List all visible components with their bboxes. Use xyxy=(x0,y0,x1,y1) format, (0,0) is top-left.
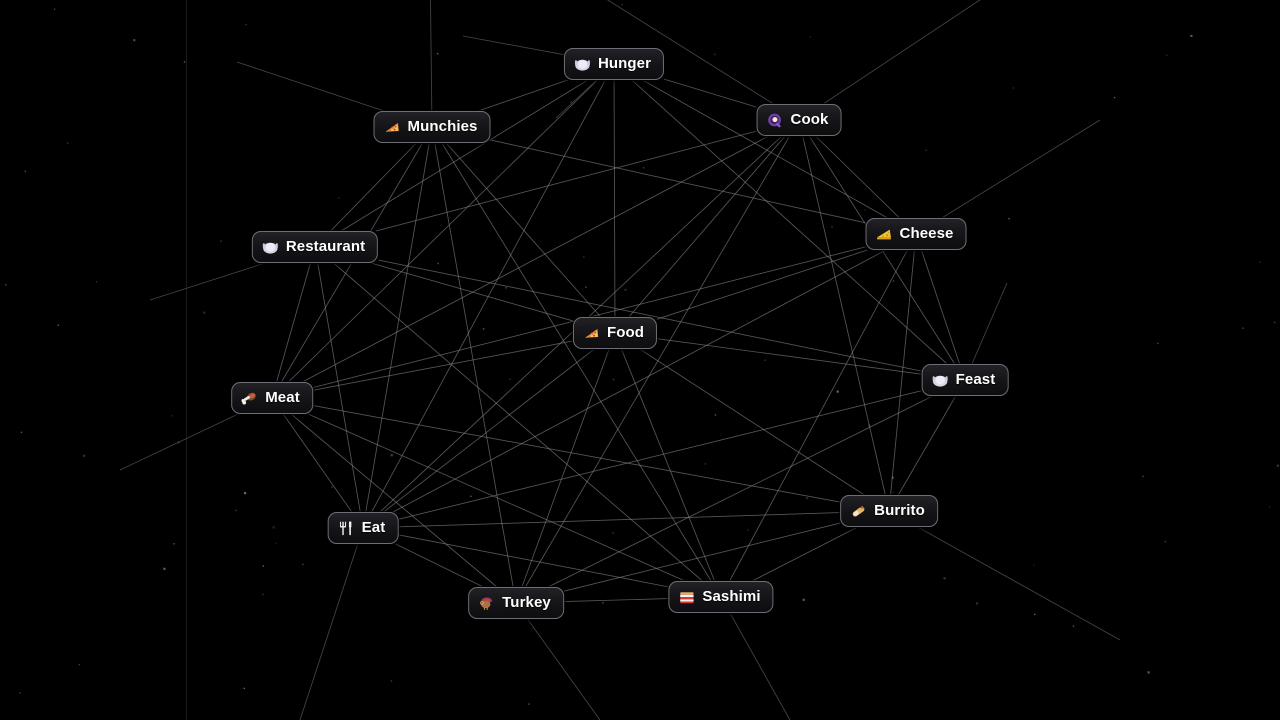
cooking-pot-icon xyxy=(767,112,784,129)
burrito-icon xyxy=(850,503,867,520)
graph-node-label: Sashimi xyxy=(702,588,761,605)
graph-node-eat[interactable]: Eat xyxy=(327,512,399,544)
graph-node-hunger[interactable]: Hunger xyxy=(563,48,665,80)
sushi-icon xyxy=(678,589,695,606)
graph-nodes-layer[interactable]: Hunger Cook Munchies Cheese Restaurant F… xyxy=(0,0,1280,720)
graph-node-restaurant[interactable]: Restaurant xyxy=(251,231,379,263)
plate-food-icon xyxy=(932,372,949,389)
graph-node-label: Restaurant xyxy=(285,238,366,255)
graph-node-cook[interactable]: Cook xyxy=(756,104,842,136)
graph-node-label: Meat xyxy=(265,389,300,406)
graph-node-burrito[interactable]: Burrito xyxy=(840,495,938,527)
graph-node-label: Hunger xyxy=(597,55,652,72)
cheese-icon xyxy=(876,226,893,243)
graph-node-cheese[interactable]: Cheese xyxy=(865,218,967,250)
meat-bone-icon xyxy=(241,390,258,407)
graph-node-feast[interactable]: Feast xyxy=(921,364,1009,396)
graph-canvas[interactable]: Hunger Cook Munchies Cheese Restaurant F… xyxy=(0,0,1280,720)
graph-node-sashimi[interactable]: Sashimi xyxy=(668,581,774,613)
graph-node-label: Munchies xyxy=(407,118,478,135)
graph-node-meat[interactable]: Meat xyxy=(231,382,313,414)
graph-node-label: Food xyxy=(606,324,645,341)
graph-node-label: Burrito xyxy=(874,502,925,519)
turkey-icon xyxy=(478,595,495,612)
graph-node-turkey[interactable]: Turkey xyxy=(468,587,564,619)
plate-food-icon xyxy=(262,239,279,256)
graph-node-munchies[interactable]: Munchies xyxy=(373,111,491,143)
graph-node-label: Turkey xyxy=(502,594,551,611)
graph-node-food[interactable]: Food xyxy=(572,317,658,349)
plate-food-icon xyxy=(574,56,591,73)
fork-knife-icon xyxy=(338,520,355,537)
graph-node-label: Cheese xyxy=(899,225,954,242)
pizza-icon xyxy=(384,119,401,136)
pizza-icon xyxy=(583,325,600,342)
graph-node-label: Feast xyxy=(955,371,996,388)
graph-node-label: Cook xyxy=(790,111,829,128)
graph-node-label: Eat xyxy=(361,519,386,536)
